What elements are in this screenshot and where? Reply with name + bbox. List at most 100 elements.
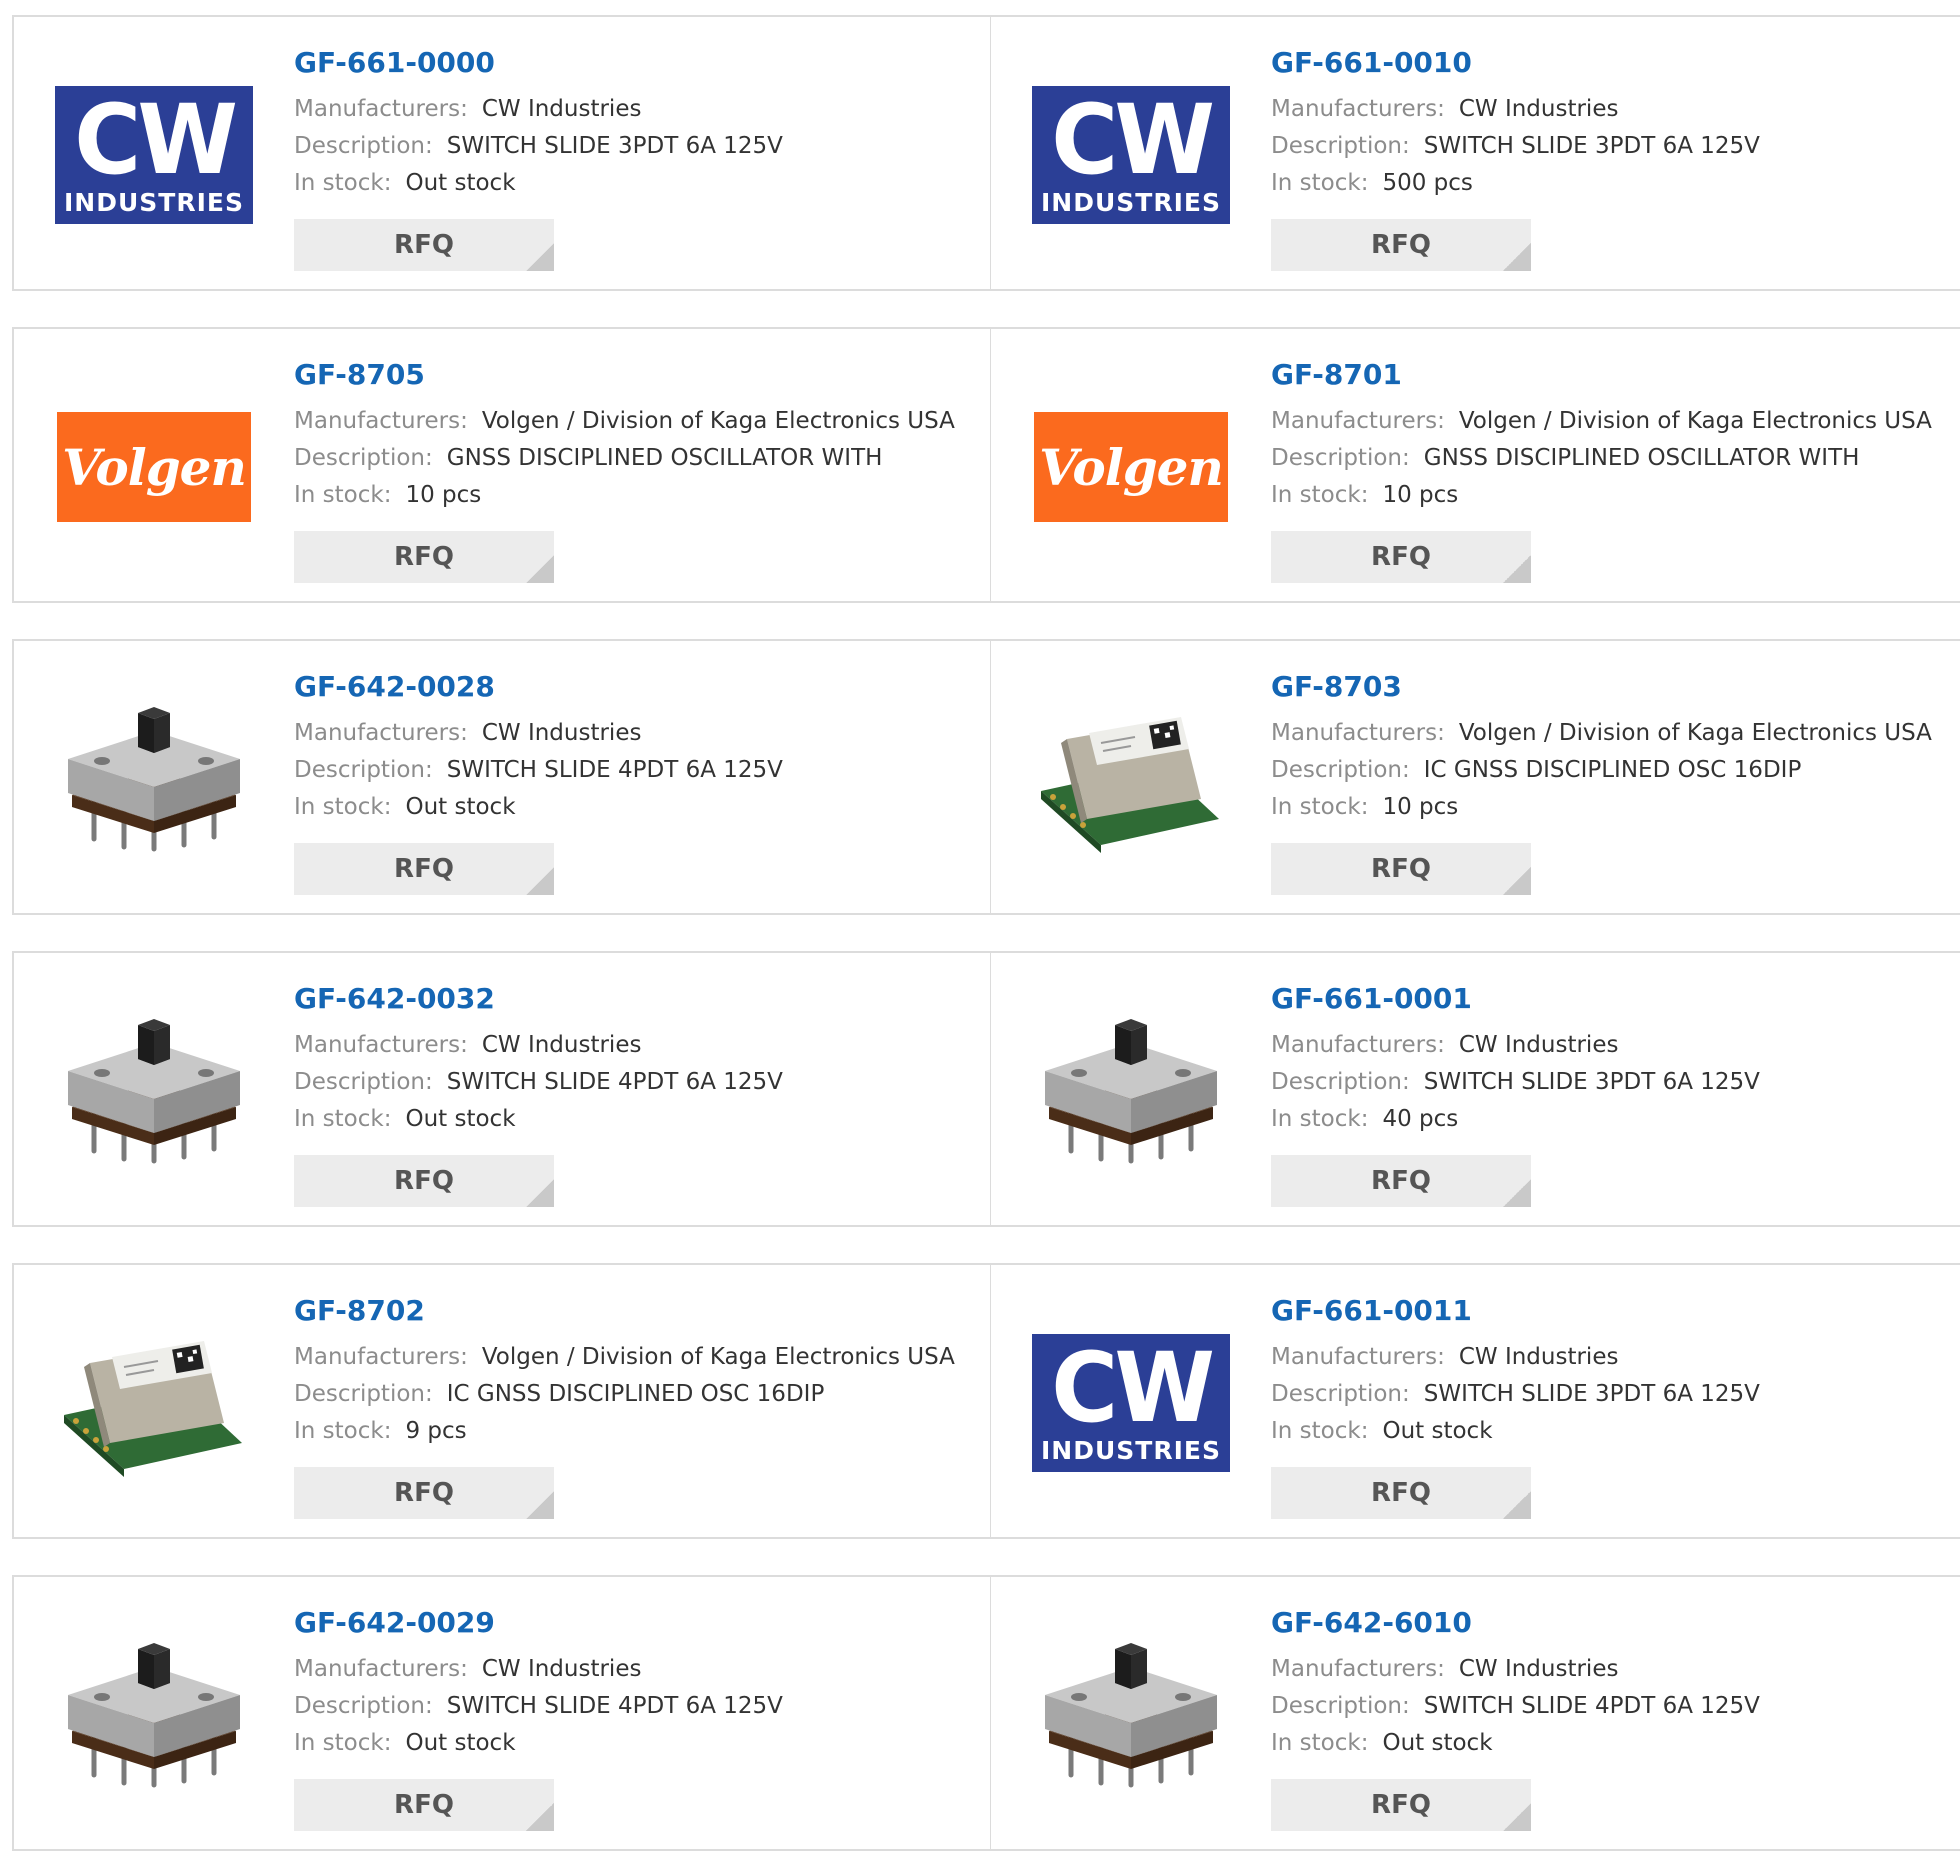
corner-fold-icon (1503, 1803, 1531, 1831)
cw-industries-logo: CW INDUSTRIES (1032, 86, 1230, 224)
rfq-button[interactable]: RFQ (294, 1779, 554, 1831)
part-number-link[interactable]: GF-8702 (294, 1293, 980, 1329)
description-label: Description: (1271, 1693, 1410, 1719)
description-value: IC GNSS DISCIPLINED OSC 16DIP (446, 1381, 825, 1407)
rfq-button[interactable]: RFQ (1271, 1155, 1531, 1207)
description-row: Description: SWITCH SLIDE 4PDT 6A 125V (294, 1688, 980, 1725)
manufacturer-value: CW Industries (481, 1032, 642, 1058)
corner-fold-icon (526, 243, 554, 271)
product-thumbnail[interactable] (54, 1013, 254, 1169)
part-number-link[interactable]: GF-661-0001 (1271, 981, 1958, 1017)
rfq-button[interactable]: RFQ (1271, 1467, 1531, 1519)
manufacturer-label: Manufacturers: (1271, 720, 1445, 746)
description-label: Description: (1271, 1381, 1410, 1407)
rfq-button[interactable]: RFQ (1271, 531, 1531, 583)
product-thumbnail[interactable] (1031, 1637, 1231, 1793)
description-row: Description: IC GNSS DISCIPLINED OSC 16DI… (1271, 752, 1958, 789)
product-grid: CW INDUSTRIES GF-661-0000 Manufacturers:… (0, 0, 1960, 1851)
slide-switch-image (54, 1635, 254, 1795)
part-number-link[interactable]: GF-642-0029 (294, 1605, 980, 1641)
manufacturer-value: CW Industries (1458, 1032, 1619, 1058)
product-thumbnail[interactable]: Volgen (54, 389, 254, 545)
product-card: GF-642-0028 Manufacturers: CW Industries … (12, 639, 992, 915)
product-thumbnail[interactable] (1031, 701, 1231, 857)
product-thumbnail[interactable]: Volgen (1031, 389, 1231, 545)
product-thumbnail[interactable]: CW INDUSTRIES (1031, 77, 1231, 233)
product-thumbnail[interactable] (1031, 1013, 1231, 1169)
stock-row: In stock: 10 pcs (1271, 789, 1958, 826)
manufacturer-row: Manufacturers: CW Industries (1271, 1651, 1958, 1688)
part-number-link[interactable]: GF-642-6010 (1271, 1605, 1958, 1641)
rfq-label: RFQ (1371, 1166, 1431, 1196)
product-info: GF-8703 Manufacturers: Volgen / Division … (1271, 669, 1958, 826)
stock-label: In stock: (1271, 1418, 1369, 1444)
part-number-link[interactable]: GF-8701 (1271, 357, 1958, 393)
part-number-link[interactable]: GF-642-0028 (294, 669, 980, 705)
cw-logo-text: CW (1051, 83, 1215, 196)
product-info: GF-661-0000 Manufacturers: CW Industries … (294, 45, 980, 202)
oscillator-module-image (1031, 699, 1231, 859)
corner-fold-icon (1503, 243, 1531, 271)
corner-fold-icon (526, 1179, 554, 1207)
corner-fold-icon (1503, 1491, 1531, 1519)
manufacturer-label: Manufacturers: (294, 1344, 468, 1370)
stock-value: 9 pcs (405, 1418, 467, 1444)
product-card: CW INDUSTRIES GF-661-0010 Manufacturers:… (990, 15, 1960, 291)
product-info: GF-8701 Manufacturers: Volgen / Division … (1271, 357, 1958, 514)
description-row: Description: SWITCH SLIDE 4PDT 6A 125V (294, 752, 980, 789)
product-thumbnail[interactable] (54, 1637, 254, 1793)
rfq-button[interactable]: RFQ (294, 843, 554, 895)
corner-fold-icon (526, 555, 554, 583)
manufacturer-row: Manufacturers: CW Industries (294, 1651, 980, 1688)
stock-value: 500 pcs (1382, 170, 1473, 196)
rfq-button[interactable]: RFQ (1271, 843, 1531, 895)
volgen-logo: Volgen (1034, 412, 1228, 522)
corner-fold-icon (526, 1491, 554, 1519)
manufacturer-value: CW Industries (1458, 96, 1619, 122)
product-thumbnail[interactable]: CW INDUSTRIES (54, 77, 254, 233)
rfq-button[interactable]: RFQ (294, 219, 554, 271)
stock-label: In stock: (1271, 1730, 1369, 1756)
volgen-logo: Volgen (57, 412, 251, 522)
product-card: CW INDUSTRIES GF-661-0000 Manufacturers:… (12, 15, 992, 291)
description-value: SWITCH SLIDE 3PDT 6A 125V (446, 133, 783, 159)
manufacturer-row: Manufacturers: CW Industries (1271, 1339, 1958, 1376)
rfq-button[interactable]: RFQ (1271, 219, 1531, 271)
product-card: Volgen GF-8705 Manufacturers: Volgen / Di… (12, 327, 992, 603)
product-thumbnail[interactable] (54, 1325, 254, 1481)
product-info: GF-661-0011 Manufacturers: CW Industries … (1271, 1293, 1958, 1450)
volgen-logo-text: Volgen (62, 437, 247, 497)
part-number-link[interactable]: GF-661-0000 (294, 45, 980, 81)
manufacturer-value: CW Industries (481, 1656, 642, 1682)
manufacturer-label: Manufacturers: (1271, 1344, 1445, 1370)
part-number-link[interactable]: GF-661-0011 (1271, 1293, 1958, 1329)
rfq-button[interactable]: RFQ (294, 1155, 554, 1207)
product-thumbnail[interactable]: CW INDUSTRIES (1031, 1325, 1231, 1481)
stock-value: Out stock (405, 1730, 516, 1756)
description-row: Description: SWITCH SLIDE 4PDT 6A 125V (294, 1064, 980, 1101)
rfq-button[interactable]: RFQ (1271, 1779, 1531, 1831)
description-value: SWITCH SLIDE 4PDT 6A 125V (446, 757, 783, 783)
stock-label: In stock: (294, 482, 392, 508)
cw-logo-text: CW (1051, 1331, 1215, 1444)
description-row: Description: GNSS DISCIPLINED OSCILLATOR … (1271, 440, 1958, 477)
rfq-label: RFQ (1371, 1790, 1431, 1820)
part-number-link[interactable]: GF-8705 (294, 357, 980, 393)
corner-fold-icon (1503, 555, 1531, 583)
part-number-link[interactable]: GF-642-0032 (294, 981, 980, 1017)
part-number-link[interactable]: GF-661-0010 (1271, 45, 1958, 81)
stock-row: In stock: 10 pcs (1271, 477, 1958, 514)
description-value: SWITCH SLIDE 4PDT 6A 125V (446, 1693, 783, 1719)
rfq-button[interactable]: RFQ (294, 531, 554, 583)
product-thumbnail[interactable] (54, 701, 254, 857)
rfq-button[interactable]: RFQ (294, 1467, 554, 1519)
manufacturer-value: CW Industries (1458, 1344, 1619, 1370)
description-row: Description: SWITCH SLIDE 3PDT 6A 125V (294, 128, 980, 165)
part-number-link[interactable]: GF-8703 (1271, 669, 1958, 705)
product-card: Volgen GF-8701 Manufacturers: Volgen / Di… (990, 327, 1960, 603)
stock-row: In stock: Out stock (1271, 1725, 1958, 1762)
stock-label: In stock: (294, 1730, 392, 1756)
stock-value: Out stock (405, 1106, 516, 1132)
description-label: Description: (1271, 1069, 1410, 1095)
manufacturer-value: CW Industries (1458, 1656, 1619, 1682)
